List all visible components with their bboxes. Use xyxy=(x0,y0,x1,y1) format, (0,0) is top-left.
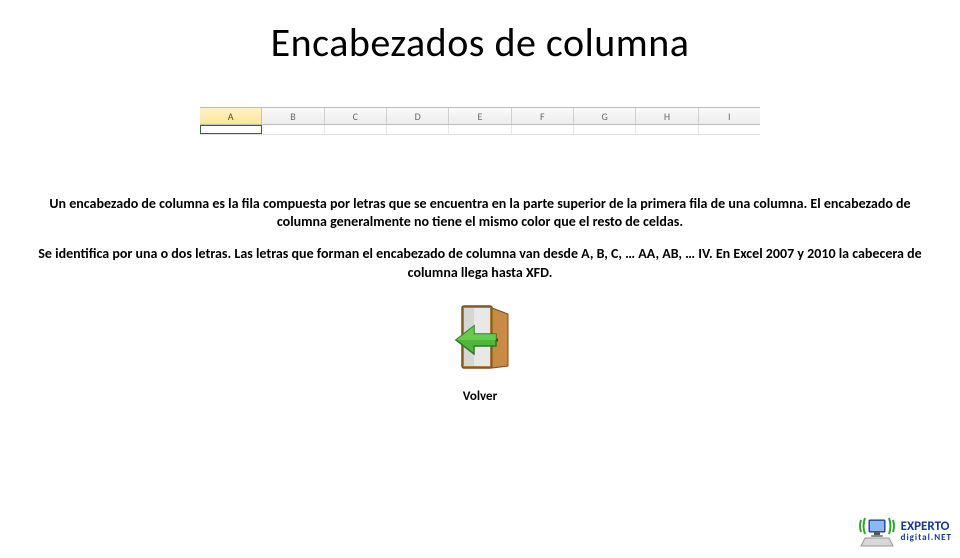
paragraph-2: Se identifica por una o dos letras. Las … xyxy=(32,245,928,281)
cell xyxy=(449,125,511,134)
cell xyxy=(512,125,574,134)
cell xyxy=(387,125,449,134)
cell xyxy=(262,125,324,134)
paragraph-1-bold: Un encabezado de columna xyxy=(49,195,209,212)
column-header-c: C xyxy=(325,108,387,124)
column-header-d: D xyxy=(387,108,449,124)
column-header-b: B xyxy=(262,108,324,124)
column-header-a: A xyxy=(200,108,262,124)
column-header-e: E xyxy=(449,108,511,124)
cell xyxy=(636,125,698,134)
paragraph-1: Un encabezado de columna es la fila comp… xyxy=(40,195,920,231)
column-header-f: F xyxy=(512,108,574,124)
cell xyxy=(574,125,636,134)
column-header-i: I xyxy=(699,108,760,124)
logo-icon xyxy=(857,514,897,548)
cell xyxy=(200,125,262,134)
column-headers-illustration: ABCDEFGHI xyxy=(200,107,760,135)
back-label: Volver xyxy=(0,389,960,404)
logo-sub: digital.NET xyxy=(901,533,952,542)
back-button[interactable]: Volver xyxy=(0,300,960,404)
cell xyxy=(325,125,387,134)
logo-text: EXPERTO digital.NET xyxy=(901,520,952,542)
paragraph-1-rest: es la fila compuesta por letras que se e… xyxy=(209,195,910,230)
column-header-g: G xyxy=(574,108,636,124)
logo: EXPERTO digital.NET xyxy=(857,514,952,548)
page-title: Encabezados de columna xyxy=(0,18,960,67)
door-arrow-icon xyxy=(440,300,520,380)
cell xyxy=(699,125,760,134)
column-header-h: H xyxy=(636,108,698,124)
